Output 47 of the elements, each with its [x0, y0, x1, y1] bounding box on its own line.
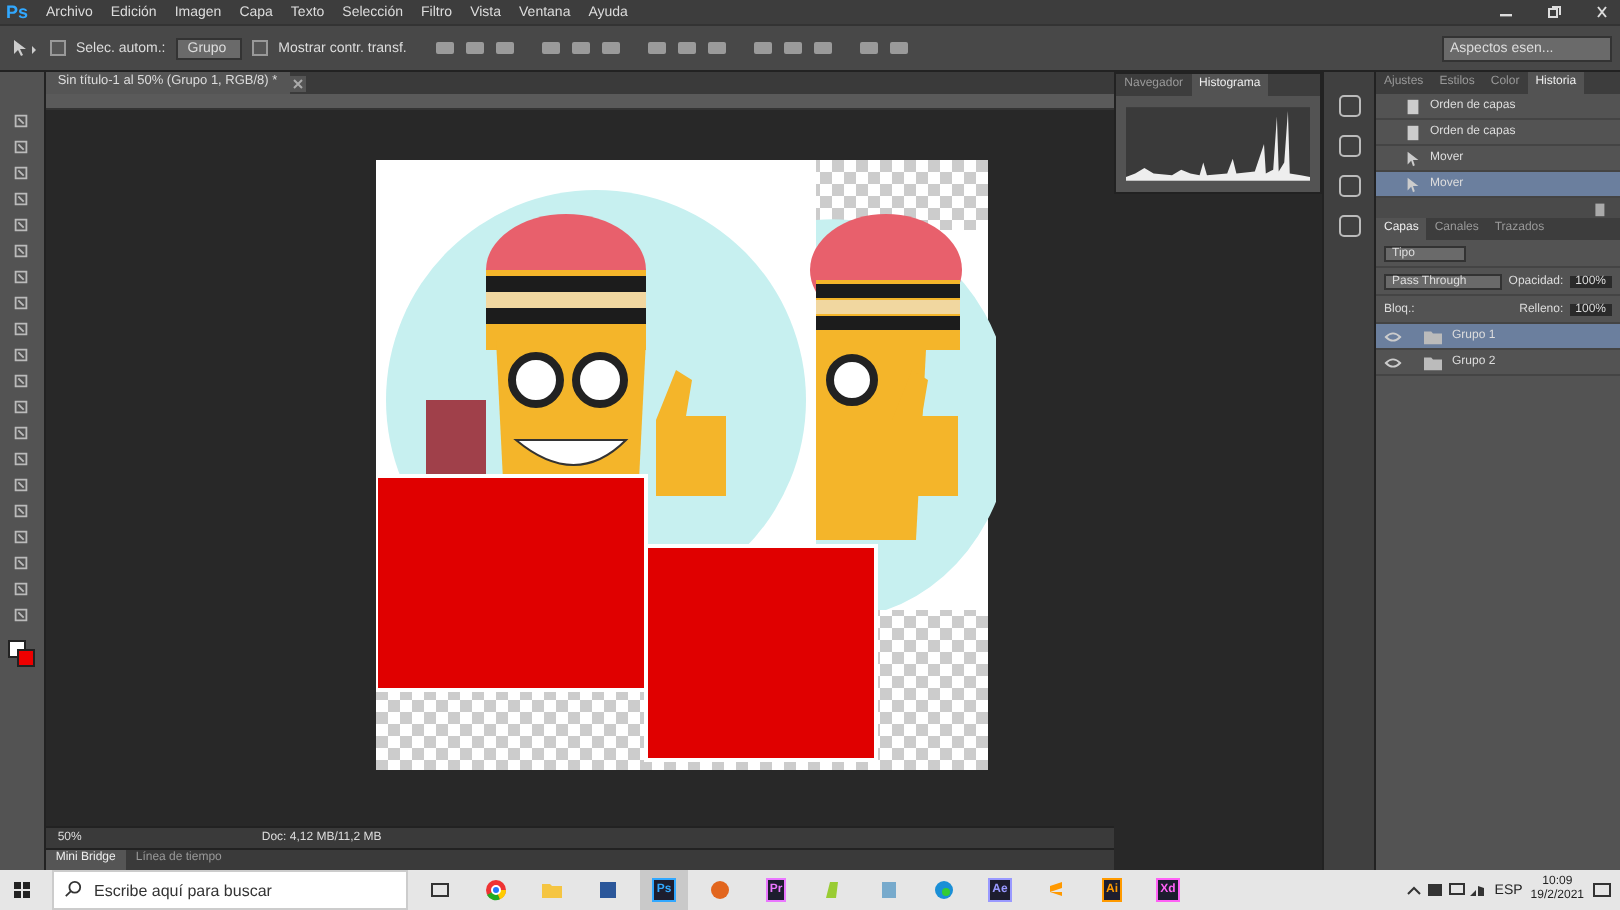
tool-icon[interactable]: [12, 190, 31, 208]
auto-select-checkbox[interactable]: [50, 40, 66, 56]
task-view-icon: [428, 878, 452, 902]
tool-icon[interactable]: [12, 268, 31, 286]
tool-icon[interactable]: [12, 242, 31, 260]
circle-app-icon: [708, 878, 732, 902]
tool-icon[interactable]: [12, 216, 31, 234]
eye-icon[interactable]: [1384, 327, 1402, 345]
panel-icon[interactable]: [1335, 92, 1364, 120]
panel-icon[interactable]: [1335, 132, 1364, 160]
document-app-icon: [596, 878, 620, 902]
windows-start-icon[interactable]: [12, 880, 32, 900]
system-tray-icons-drawing[interactable]: [1406, 880, 1487, 900]
taskbar-search-field[interactable]: Escribe aquí para buscar: [52, 870, 408, 910]
tool-icon[interactable]: [12, 320, 31, 338]
tool-icon[interactable]: [12, 606, 31, 624]
tool-icon[interactable]: [12, 294, 31, 312]
tool-icon[interactable]: [12, 528, 31, 546]
tool-icon[interactable]: [12, 112, 31, 130]
tool-icon[interactable]: [12, 450, 31, 468]
search-icon: [64, 880, 82, 898]
tool-icon[interactable]: [12, 580, 31, 598]
tool-icon[interactable]: [12, 398, 31, 416]
browser-icon: [484, 878, 508, 902]
folder-icon: [540, 878, 564, 902]
app-logo: Ps: [6, 2, 29, 22]
folder-icon: [1422, 327, 1444, 345]
notes-icon: [876, 878, 900, 902]
tool-icon[interactable]: [12, 502, 31, 520]
restore-icon[interactable]: [1542, 4, 1566, 20]
tool-icon[interactable]: [12, 554, 31, 572]
color-swatches-icon[interactable]: [7, 640, 36, 668]
show-transform-checkbox[interactable]: [252, 40, 269, 56]
eye-icon[interactable]: [1384, 353, 1402, 371]
tool-icon[interactable]: [12, 138, 31, 156]
tool-icon[interactable]: [12, 372, 31, 390]
panel-icon[interactable]: [1335, 212, 1364, 240]
tool-icon[interactable]: [12, 346, 31, 364]
tool-icon[interactable]: [12, 424, 31, 442]
panel-icon[interactable]: [1335, 172, 1364, 200]
move-tool-icon[interactable]: [8, 38, 40, 58]
tool-icon[interactable]: [12, 164, 31, 182]
tool-icon[interactable]: [12, 476, 31, 494]
browser-icon: [932, 878, 956, 902]
trash-icon[interactable]: [1590, 199, 1608, 217]
notification-icon[interactable]: [1592, 880, 1612, 900]
code-editor-icon: [1044, 878, 1068, 902]
